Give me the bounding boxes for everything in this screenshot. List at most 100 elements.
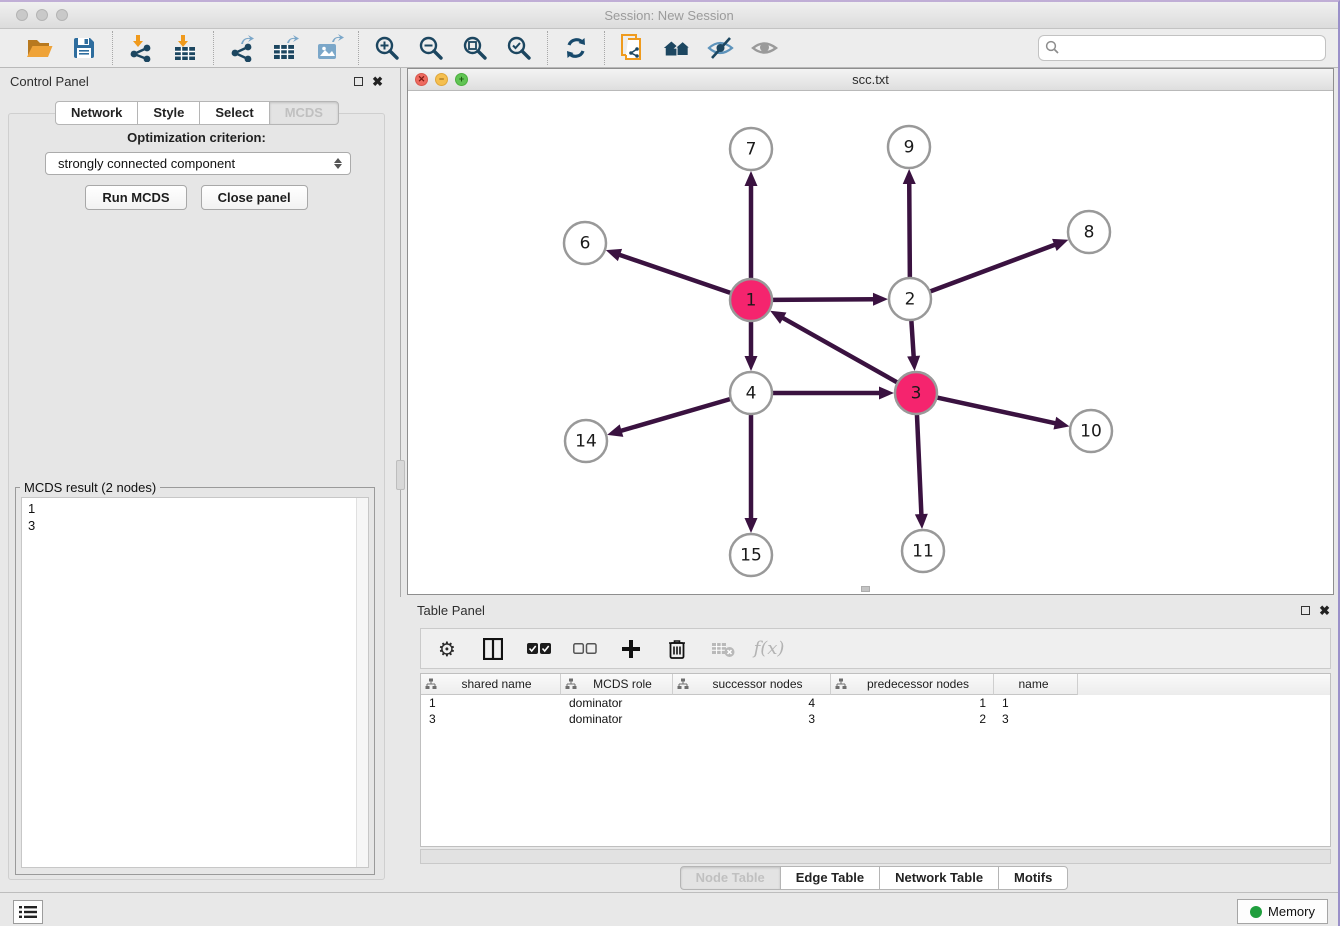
zoom-fit-icon[interactable] xyxy=(460,33,490,63)
edge-1-6[interactable] xyxy=(617,254,731,293)
arrowhead-icon xyxy=(606,249,622,261)
column-header-mcds-role[interactable]: MCDS role xyxy=(561,674,673,695)
open-session-icon[interactable] xyxy=(25,33,55,63)
criterion-value: strongly connected component xyxy=(58,156,235,171)
network-window-titlebar[interactable]: ✕ − + scc.txt xyxy=(408,69,1333,91)
network-canvas[interactable]: 1234678910111415 xyxy=(408,91,1333,594)
node-label: 14 xyxy=(575,432,597,452)
zoom-out-icon[interactable] xyxy=(416,33,446,63)
search-icon xyxy=(1045,40,1060,55)
export-network-icon[interactable] xyxy=(227,33,257,63)
optimization-criterion-label: Optimization criterion: xyxy=(9,130,384,145)
edge-2-9[interactable] xyxy=(909,181,910,278)
home-icon[interactable] xyxy=(662,33,692,63)
tab-mcds[interactable]: MCDS xyxy=(269,101,339,125)
column-type-icon xyxy=(565,678,577,690)
column-type-icon xyxy=(425,678,437,690)
close-panel-button[interactable]: Close panel xyxy=(201,185,308,210)
duplicate-network-icon[interactable] xyxy=(618,33,648,63)
settings-icon[interactable]: ⚙ xyxy=(435,637,459,661)
arrowhead-icon xyxy=(1052,239,1068,251)
column-header-shared-name[interactable]: shared name xyxy=(421,674,561,695)
mcds-result-list[interactable]: 1 3 xyxy=(21,497,369,868)
import-table-icon[interactable] xyxy=(170,33,200,63)
task-history-button[interactable] xyxy=(13,900,43,924)
memory-button[interactable]: Memory xyxy=(1237,899,1328,924)
table-panel-title: Table Panel xyxy=(417,603,485,618)
criterion-select[interactable]: strongly connected component xyxy=(45,152,351,175)
column-header-successor-nodes[interactable]: successor nodes xyxy=(673,674,831,695)
zoom-in-icon[interactable] xyxy=(372,33,402,63)
node-label: 8 xyxy=(1084,223,1095,243)
main-toolbar xyxy=(0,29,1338,68)
canvas-scroll-thumb[interactable] xyxy=(861,586,870,592)
select-all-rows-icon[interactable] xyxy=(527,637,551,661)
refresh-icon[interactable] xyxy=(561,33,591,63)
arrowhead-icon xyxy=(915,514,928,529)
column-header-name[interactable]: name xyxy=(994,674,1078,695)
window-title: Session: New Session xyxy=(0,8,1338,23)
tab-select[interactable]: Select xyxy=(199,101,269,125)
edge-2-8[interactable] xyxy=(930,244,1057,292)
close-panel-icon[interactable]: ✖ xyxy=(372,75,383,88)
network-graph[interactable]: 1234678910111415 xyxy=(408,91,1333,594)
close-table-panel-icon[interactable]: ✖ xyxy=(1319,604,1330,617)
float-panel-icon[interactable] xyxy=(354,77,363,86)
table-row[interactable]: 3 dominator 3 2 3 xyxy=(421,711,1330,727)
export-image-icon[interactable] xyxy=(315,33,345,63)
arrowhead-icon xyxy=(745,171,758,186)
column-type-icon xyxy=(677,678,689,690)
node-label: 11 xyxy=(912,542,934,562)
zoom-selected-icon[interactable] xyxy=(504,33,534,63)
search-input[interactable] xyxy=(1038,35,1326,61)
run-mcds-button[interactable]: Run MCDS xyxy=(85,185,186,210)
float-table-panel-icon[interactable] xyxy=(1301,606,1310,615)
add-row-icon[interactable] xyxy=(619,637,643,661)
column-header-predecessor-nodes[interactable]: predecessor nodes xyxy=(831,674,994,695)
list-icon xyxy=(19,905,37,919)
node-label: 9 xyxy=(904,138,915,158)
arrowhead-icon xyxy=(1053,417,1069,430)
status-bar: Memory xyxy=(0,892,1338,926)
arrowhead-icon xyxy=(607,424,623,436)
tab-node-table[interactable]: Node Table xyxy=(680,866,781,890)
delete-row-icon[interactable] xyxy=(665,637,689,661)
table-toolbar: ⚙ f(x) xyxy=(420,628,1331,669)
columns-icon[interactable] xyxy=(481,637,505,661)
function-builder-icon: f(x) xyxy=(757,637,781,661)
result-scrollbar[interactable] xyxy=(356,498,368,867)
mcds-tab-content: Optimization criterion: strongly connect… xyxy=(8,113,385,880)
save-session-icon[interactable] xyxy=(69,33,99,63)
control-panel-tabs: Network Style Select MCDS xyxy=(0,101,393,125)
import-network-icon[interactable] xyxy=(126,33,156,63)
hide-selected-icon[interactable] xyxy=(706,33,736,63)
arrowhead-icon xyxy=(745,356,758,371)
result-item[interactable]: 3 xyxy=(28,517,368,534)
mcds-result-title: MCDS result (2 nodes) xyxy=(20,480,160,495)
deselect-all-rows-icon[interactable] xyxy=(573,637,597,661)
edge-2-3[interactable] xyxy=(911,320,913,359)
edge-1-2[interactable] xyxy=(772,299,876,300)
tab-style[interactable]: Style xyxy=(137,101,200,125)
tab-network[interactable]: Network xyxy=(55,101,138,125)
arrowhead-icon xyxy=(879,387,894,400)
show-all-icon[interactable] xyxy=(750,33,780,63)
edge-3-1[interactable] xyxy=(781,317,898,383)
export-table-icon[interactable] xyxy=(271,33,301,63)
network-window-title: scc.txt xyxy=(408,72,1333,87)
panel-splitter[interactable] xyxy=(393,68,407,892)
tab-network-table[interactable]: Network Table xyxy=(879,866,999,890)
table-row[interactable]: 1 dominator 4 1 1 xyxy=(421,695,1330,711)
memory-status-icon xyxy=(1250,906,1262,918)
edge-3-10[interactable] xyxy=(937,397,1058,423)
tab-motifs[interactable]: Motifs xyxy=(998,866,1068,890)
node-table[interactable]: shared name MCDS role successor nodes pr… xyxy=(420,673,1331,847)
tab-edge-table[interactable]: Edge Table xyxy=(780,866,880,890)
edge-3-11[interactable] xyxy=(917,414,922,517)
edge-4-14[interactable] xyxy=(619,399,731,432)
table-hscrollbar[interactable] xyxy=(420,849,1331,864)
splitter-handle[interactable] xyxy=(396,460,405,490)
result-item[interactable]: 1 xyxy=(28,500,368,517)
control-panel: Control Panel ✖ Network Style Select MCD… xyxy=(0,68,393,892)
arrowhead-icon xyxy=(903,169,916,184)
